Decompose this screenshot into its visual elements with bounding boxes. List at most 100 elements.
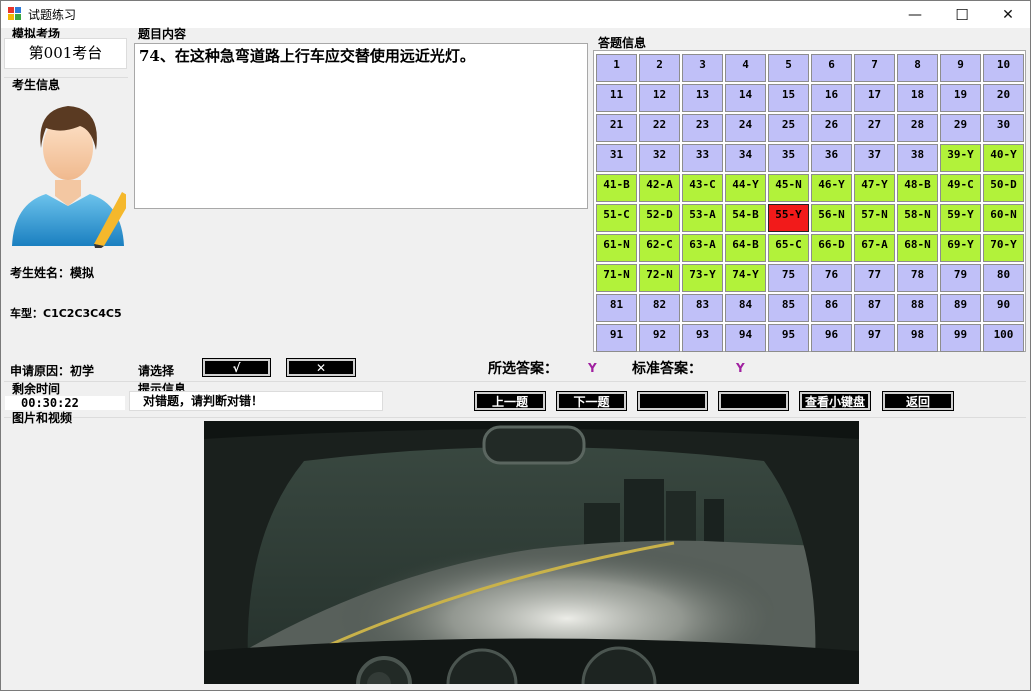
- answer-cell[interactable]: 57-N: [854, 204, 895, 232]
- answer-cell[interactable]: 21: [596, 114, 637, 142]
- answer-cell[interactable]: 87: [854, 294, 895, 322]
- answer-cell[interactable]: 40-Y: [983, 144, 1024, 172]
- answer-cell[interactable]: 34: [725, 144, 766, 172]
- answer-cell[interactable]: 70-Y: [983, 234, 1024, 262]
- answer-cell[interactable]: 77: [854, 264, 895, 292]
- answer-cell[interactable]: 28: [897, 114, 938, 142]
- answer-cell[interactable]: 39-Y: [940, 144, 981, 172]
- answer-cell[interactable]: 26: [811, 114, 852, 142]
- answer-cell[interactable]: 79: [940, 264, 981, 292]
- answer-cell[interactable]: 93: [682, 324, 723, 352]
- wrong-button[interactable]: ✕: [286, 358, 356, 377]
- answer-cell[interactable]: 30: [983, 114, 1024, 142]
- answer-cell[interactable]: 86: [811, 294, 852, 322]
- answer-cell[interactable]: 18: [897, 84, 938, 112]
- answer-cell[interactable]: 3: [682, 54, 723, 82]
- answer-cell[interactable]: 83: [682, 294, 723, 322]
- answer-cell[interactable]: 76: [811, 264, 852, 292]
- answer-cell[interactable]: 54-B: [725, 204, 766, 232]
- answer-cell[interactable]: 73-Y: [682, 264, 723, 292]
- maximize-button[interactable]: ☐: [939, 1, 985, 28]
- answer-cell[interactable]: 97: [854, 324, 895, 352]
- answer-cell[interactable]: 15: [768, 84, 809, 112]
- answer-cell[interactable]: 61-N: [596, 234, 637, 262]
- answer-cell[interactable]: 75: [768, 264, 809, 292]
- answer-cell[interactable]: 35: [768, 144, 809, 172]
- answer-cell[interactable]: 29: [940, 114, 981, 142]
- answer-cell[interactable]: 8: [897, 54, 938, 82]
- answer-cell[interactable]: 65-C: [768, 234, 809, 262]
- correct-button[interactable]: √: [202, 358, 271, 377]
- minimize-button[interactable]: —: [892, 1, 938, 28]
- answer-cell[interactable]: 24: [725, 114, 766, 142]
- answer-cell[interactable]: 48-B: [897, 174, 938, 202]
- answer-cell[interactable]: 72-N: [639, 264, 680, 292]
- answer-cell[interactable]: 19: [940, 84, 981, 112]
- answer-cell[interactable]: 6: [811, 54, 852, 82]
- answer-cell[interactable]: 60-N: [983, 204, 1024, 232]
- answer-cell[interactable]: 89: [940, 294, 981, 322]
- answer-cell[interactable]: 47-Y: [854, 174, 895, 202]
- answer-cell[interactable]: 90: [983, 294, 1024, 322]
- answer-cell[interactable]: 43-C: [682, 174, 723, 202]
- answer-cell[interactable]: 82: [639, 294, 680, 322]
- answer-cell[interactable]: 78: [897, 264, 938, 292]
- answer-cell[interactable]: 5: [768, 54, 809, 82]
- answer-cell[interactable]: 13: [682, 84, 723, 112]
- answer-cell[interactable]: 20: [983, 84, 1024, 112]
- answer-cell[interactable]: 25: [768, 114, 809, 142]
- answer-cell[interactable]: 99: [940, 324, 981, 352]
- answer-cell[interactable]: 55-Y: [768, 204, 809, 232]
- answer-cell[interactable]: 44-Y: [725, 174, 766, 202]
- answer-cell[interactable]: 53-A: [682, 204, 723, 232]
- answer-cell[interactable]: 2: [639, 54, 680, 82]
- answer-cell[interactable]: 7: [854, 54, 895, 82]
- answer-cell[interactable]: 16: [811, 84, 852, 112]
- answer-cell[interactable]: 59-Y: [940, 204, 981, 232]
- answer-cell[interactable]: 12: [639, 84, 680, 112]
- answer-cell[interactable]: 84: [725, 294, 766, 322]
- answer-cell[interactable]: 94: [725, 324, 766, 352]
- answer-cell[interactable]: 33: [682, 144, 723, 172]
- answer-cell[interactable]: 51-C: [596, 204, 637, 232]
- answer-cell[interactable]: 95: [768, 324, 809, 352]
- answer-cell[interactable]: 68-N: [897, 234, 938, 262]
- answer-cell[interactable]: 10: [983, 54, 1024, 82]
- answer-cell[interactable]: 31: [596, 144, 637, 172]
- answer-cell[interactable]: 91: [596, 324, 637, 352]
- answer-cell[interactable]: 45-N: [768, 174, 809, 202]
- answer-cell[interactable]: 100: [983, 324, 1024, 352]
- prev-button[interactable]: 上一题: [474, 391, 546, 411]
- answer-cell[interactable]: 17: [854, 84, 895, 112]
- answer-cell[interactable]: 9: [940, 54, 981, 82]
- close-button[interactable]: ✕: [985, 1, 1031, 28]
- answer-cell[interactable]: 96: [811, 324, 852, 352]
- answer-cell[interactable]: 23: [682, 114, 723, 142]
- answer-cell[interactable]: 88: [897, 294, 938, 322]
- keyboard-button[interactable]: 查看小键盘: [799, 391, 871, 411]
- answer-cell[interactable]: 64-B: [725, 234, 766, 262]
- answer-cell[interactable]: 98: [897, 324, 938, 352]
- answer-cell[interactable]: 32: [639, 144, 680, 172]
- answer-cell[interactable]: 41-B: [596, 174, 637, 202]
- back-button[interactable]: 返回: [882, 391, 954, 411]
- blank-button-1[interactable]: [637, 391, 708, 411]
- answer-cell[interactable]: 67-A: [854, 234, 895, 262]
- answer-cell[interactable]: 36: [811, 144, 852, 172]
- answer-cell[interactable]: 58-N: [897, 204, 938, 232]
- answer-cell[interactable]: 66-D: [811, 234, 852, 262]
- answer-cell[interactable]: 38: [897, 144, 938, 172]
- answer-cell[interactable]: 50-D: [983, 174, 1024, 202]
- answer-cell[interactable]: 69-Y: [940, 234, 981, 262]
- answer-cell[interactable]: 37: [854, 144, 895, 172]
- answer-cell[interactable]: 46-Y: [811, 174, 852, 202]
- answer-cell[interactable]: 22: [639, 114, 680, 142]
- answer-cell[interactable]: 11: [596, 84, 637, 112]
- answer-cell[interactable]: 80: [983, 264, 1024, 292]
- answer-cell[interactable]: 4: [725, 54, 766, 82]
- answer-cell[interactable]: 42-A: [639, 174, 680, 202]
- answer-cell[interactable]: 1: [596, 54, 637, 82]
- answer-cell[interactable]: 74-Y: [725, 264, 766, 292]
- answer-cell[interactable]: 52-D: [639, 204, 680, 232]
- answer-cell[interactable]: 63-A: [682, 234, 723, 262]
